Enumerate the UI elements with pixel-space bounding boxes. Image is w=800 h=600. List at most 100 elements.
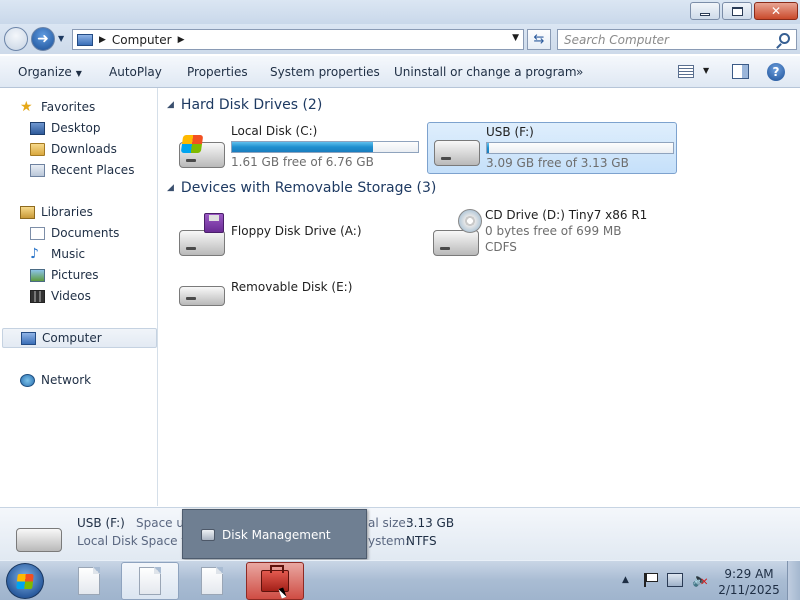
- help-button[interactable]: ?: [767, 63, 785, 81]
- start-button[interactable]: [6, 563, 44, 599]
- breadcrumb-arrow-icon[interactable]: ▶: [99, 35, 106, 45]
- refresh-icon: ⇆: [533, 32, 545, 47]
- popup-item-label: Disk Management: [222, 528, 331, 542]
- recent-places-icon: [30, 163, 45, 177]
- document-icon: [78, 567, 100, 595]
- removable-disk-icon: [179, 286, 225, 306]
- network-icon: [20, 373, 35, 387]
- details-drive-type: Local Disk: [77, 534, 138, 548]
- sidebar-item-label: Documents: [51, 226, 120, 240]
- clock-time: 9:29 AM: [724, 567, 774, 581]
- organize-label: Organize: [18, 65, 72, 79]
- sidebar-item-recent-places[interactable]: Recent Places: [30, 160, 134, 180]
- sidebar-item-favorites[interactable]: ★ Favorites: [20, 97, 95, 117]
- document-icon: [139, 567, 161, 595]
- search-box[interactable]: [557, 29, 797, 50]
- close-button[interactable]: ✕: [754, 2, 798, 20]
- drive-file-system: CDFS: [485, 240, 517, 254]
- computer-icon: [77, 33, 93, 46]
- sidebar-item-libraries[interactable]: Libraries: [20, 202, 93, 222]
- mute-x-icon: ✕: [700, 577, 709, 588]
- taskbar-app-2[interactable]: [121, 562, 179, 600]
- navigation-pane: ★ Favorites Desktop Downloads Recent Plac…: [0, 88, 158, 506]
- breadcrumb-computer[interactable]: Computer: [112, 33, 172, 47]
- properties-button[interactable]: Properties: [187, 65, 248, 79]
- system-properties-button[interactable]: System properties: [270, 65, 380, 79]
- videos-icon: [30, 289, 45, 303]
- search-input[interactable]: [558, 30, 768, 49]
- collapse-arrow-icon[interactable]: ◢: [167, 183, 174, 193]
- sidebar-item-documents[interactable]: Documents: [30, 223, 119, 243]
- autoplay-button[interactable]: AutoPlay: [109, 65, 162, 79]
- floppy-disk-icon: [204, 213, 224, 233]
- title-bar: ✕: [0, 0, 800, 24]
- maximize-button[interactable]: [722, 2, 752, 20]
- sidebar-item-pictures[interactable]: Pictures: [30, 265, 99, 285]
- breadcrumb-arrow-icon[interactable]: ▶: [178, 35, 185, 45]
- taskbar-app-3[interactable]: [183, 562, 241, 600]
- search-icon[interactable]: [779, 33, 790, 44]
- clock[interactable]: 9:29 AM 2/11/2025: [718, 566, 780, 598]
- floppy-drive-icon: [179, 213, 225, 256]
- group-header-label: Devices with Removable Storage (3): [180, 180, 437, 196]
- cd-drive-icon: [433, 209, 482, 256]
- sidebar-item-videos[interactable]: Videos: [30, 286, 91, 306]
- chevron-down-icon: ▼: [75, 69, 82, 78]
- volume-muted-icon[interactable]: 🔈 ✕: [692, 573, 708, 588]
- drive-tile-removable-e[interactable]: Removable Disk (E:): [173, 268, 423, 320]
- sidebar-item-desktop[interactable]: Desktop: [30, 118, 101, 138]
- refresh-button[interactable]: ⇆: [527, 29, 551, 50]
- sidebar-item-music[interactable]: ♪ Music: [30, 244, 85, 264]
- preview-pane-icon[interactable]: [732, 64, 749, 79]
- clock-date: 2/11/2025: [718, 583, 780, 597]
- taskbar: ▲ 🔈 ✕ 9:29 AM 2/11/2025: [0, 560, 800, 600]
- uninstall-program-button[interactable]: Uninstall or change a program: [394, 65, 577, 79]
- address-bar[interactable]: ▶ Computer ▶ ▼: [72, 29, 524, 50]
- sidebar-item-label: Computer: [42, 331, 102, 345]
- toolbox-icon: [261, 565, 289, 592]
- action-center-flag-icon[interactable]: [644, 573, 658, 587]
- sidebar-item-computer[interactable]: Computer: [2, 328, 157, 348]
- network-status-icon[interactable]: [667, 573, 683, 587]
- drive-tile-local-disk-c[interactable]: Local Disk (C:) 1.61 GB free of 6.76 GB: [173, 122, 423, 174]
- forward-button[interactable]: ➜: [31, 27, 55, 51]
- taskbar-app-1[interactable]: [60, 562, 118, 600]
- sidebar-item-label: Music: [51, 247, 86, 261]
- organize-button[interactable]: Organize ▼: [18, 65, 82, 79]
- drive-free-space: 1.61 GB free of 6.76 GB: [231, 155, 374, 169]
- group-header-removable-storage[interactable]: ◢ Devices with Removable Storage (3): [167, 180, 436, 196]
- windows-logo-icon: [180, 135, 204, 153]
- show-hidden-icons-icon[interactable]: ▲: [622, 575, 629, 585]
- arrow-right-icon: ➜: [37, 31, 49, 47]
- address-dropdown-icon[interactable]: ▼: [512, 33, 519, 43]
- collapse-arrow-icon[interactable]: ◢: [167, 100, 174, 110]
- sidebar-item-label: Downloads: [51, 142, 117, 156]
- maximize-icon: [731, 6, 743, 16]
- disk-management-icon: [201, 529, 215, 541]
- group-header-hard-disk-drives[interactable]: ◢ Hard Disk Drives (2): [167, 97, 322, 113]
- popup-item-disk-management[interactable]: Disk Management: [201, 528, 331, 542]
- show-desktop-button[interactable]: [787, 561, 800, 600]
- details-file-system-label: ystem:: [368, 534, 410, 548]
- sidebar-item-label: Videos: [51, 289, 91, 303]
- details-total-size-value: 3.13 GB: [406, 516, 455, 530]
- capacity-bar-fill: [232, 142, 374, 152]
- more-commands-button[interactable]: »: [576, 65, 583, 79]
- window-controls: ✕: [690, 2, 798, 20]
- sidebar-item-downloads[interactable]: Downloads: [30, 139, 117, 159]
- capacity-bar: [231, 141, 419, 153]
- recent-pages-dropdown[interactable]: ▼: [58, 34, 64, 43]
- libraries-icon: [20, 205, 35, 219]
- minimize-button[interactable]: [690, 2, 720, 20]
- drive-tile-usb-f[interactable]: USB (F:) 3.09 GB free of 3.13 GB: [427, 122, 677, 174]
- change-view-icon[interactable]: [678, 65, 694, 78]
- details-drive-name: USB (F:): [77, 516, 125, 530]
- view-options-dropdown-icon[interactable]: ▼: [703, 66, 709, 75]
- windows-logo-icon: [16, 574, 34, 589]
- taskbar-app-disk-management[interactable]: [246, 562, 304, 600]
- sidebar-item-network[interactable]: Network: [20, 370, 91, 390]
- drive-tile-floppy-a[interactable]: Floppy Disk Drive (A:): [173, 206, 423, 258]
- drive-name: Floppy Disk Drive (A:): [231, 224, 362, 238]
- back-button[interactable]: [4, 27, 28, 51]
- drive-tile-cd-d[interactable]: CD Drive (D:) Tiny7 x86 R1 0 bytes free …: [427, 206, 677, 258]
